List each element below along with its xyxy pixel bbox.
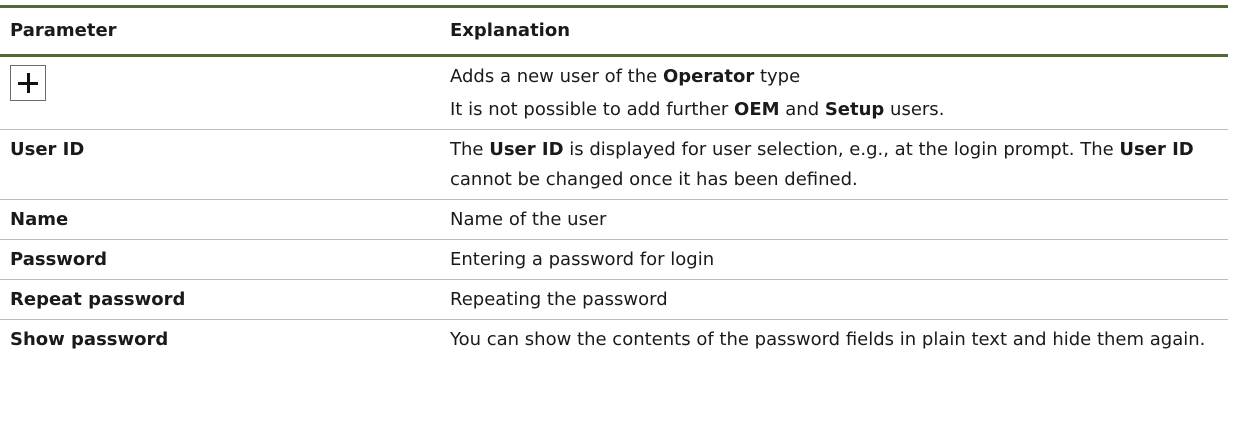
header-parameter: Parameter bbox=[10, 20, 117, 41]
explanation-cell: Name of the user bbox=[450, 209, 607, 230]
table-row: Adds a new user of the Operator type It … bbox=[0, 56, 1228, 130]
table-row: User ID The User ID is displayed for use… bbox=[0, 130, 1228, 200]
parameter-cell: User ID bbox=[10, 139, 85, 160]
parameter-cell: Password bbox=[10, 249, 108, 270]
table-header-row: Parameter Explanation bbox=[0, 6, 1228, 56]
table-row: Name Name of the user bbox=[0, 200, 1228, 240]
explanation-cell: Entering a password for login bbox=[450, 249, 715, 270]
plus-icon bbox=[10, 65, 46, 101]
explanation-line: It is not possible to add further OEM an… bbox=[450, 99, 945, 120]
parameter-table: Parameter Explanation Adds a new user of… bbox=[0, 5, 1228, 359]
explanation-cell: Adds a new user of the Operator type It … bbox=[440, 56, 1228, 130]
parameter-cell: Show password bbox=[10, 329, 169, 350]
explanation-line: Adds a new user of the Operator type bbox=[450, 66, 801, 87]
table-row: Show password You can show the contents … bbox=[0, 320, 1228, 360]
parameter-cell: Repeat password bbox=[10, 289, 186, 310]
table-row: Password Entering a password for login bbox=[0, 240, 1228, 280]
parameter-cell: Name bbox=[10, 209, 69, 230]
explanation-cell: The User ID is displayed for user select… bbox=[450, 139, 1194, 190]
explanation-cell: Repeating the password bbox=[450, 289, 668, 310]
explanation-cell: You can show the contents of the passwor… bbox=[450, 329, 1206, 350]
header-explanation: Explanation bbox=[450, 20, 571, 41]
table-row: Repeat password Repeating the password bbox=[0, 280, 1228, 320]
parameter-cell bbox=[0, 56, 440, 130]
